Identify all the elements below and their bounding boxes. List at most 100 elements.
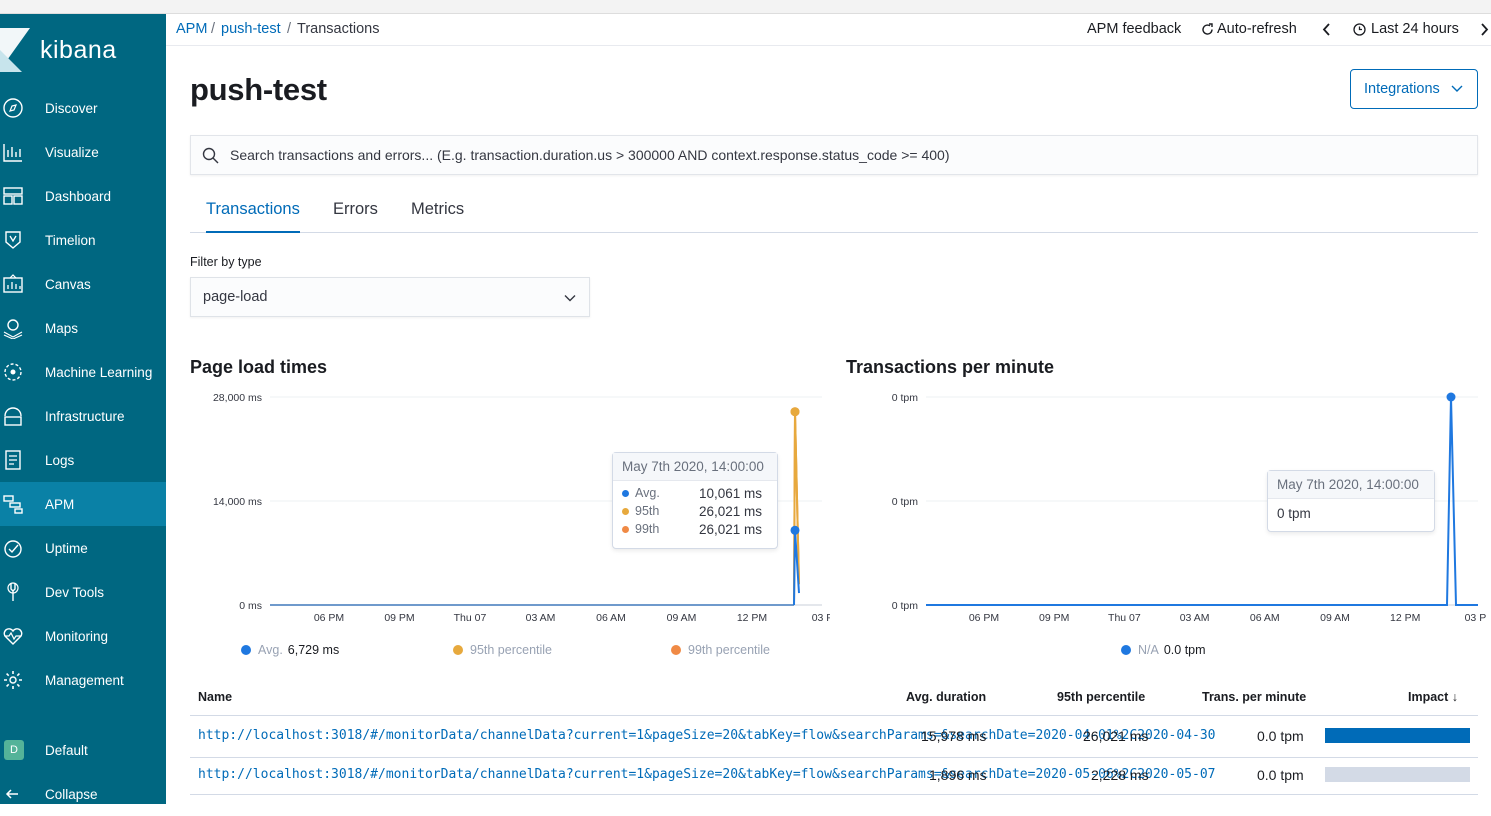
sidebar-item-management[interactable]: Management (0, 658, 166, 702)
legend-item-na[interactable]: N/A 0.0 tpm (1121, 643, 1206, 657)
sidebar-item-maps[interactable]: Maps (0, 306, 166, 350)
x-tick-label: Thu 07 (454, 612, 487, 624)
legend-name: N/A (1138, 643, 1159, 657)
sidebar-item-infrastructure[interactable]: Infrastructure (0, 394, 166, 438)
compass-icon (3, 98, 23, 118)
chart-tooltip: May 7th 2020, 14:00:00 0 tpm (1267, 470, 1435, 532)
space-avatar: D (4, 740, 24, 760)
y-tick-label: 0 tpm (892, 600, 919, 612)
chevron-down-icon (1451, 85, 1463, 92)
breadcrumb-apm[interactable]: APM (176, 21, 207, 37)
kibana-logo-mark-lower (0, 50, 22, 72)
column-header-p95[interactable]: 95th percentile (1057, 690, 1145, 704)
tooltip-row: 95th 26,021 ms (613, 502, 777, 520)
timelion-icon (5, 231, 21, 249)
avg-duration-cell: 1,896 ms (929, 767, 987, 783)
tab-transactions[interactable]: Transactions (206, 200, 300, 233)
map-pin-icon (3, 319, 23, 339)
sidebar-item-visualize[interactable]: Visualize (0, 130, 166, 174)
tab-bar: Transactions Errors Metrics (190, 192, 1478, 233)
search-input[interactable] (230, 136, 1460, 174)
tooltip-series-value: 26,021 ms (699, 521, 763, 537)
apm-feedback-link[interactable]: APM feedback (1087, 21, 1181, 37)
uptime-icon (4, 540, 22, 558)
sidebar-item-label: Logs (45, 452, 75, 468)
column-header-impact-label: Impact (1408, 690, 1449, 704)
tab-metrics[interactable]: Metrics (411, 200, 464, 233)
auto-refresh-button[interactable]: Auto-refresh (1217, 21, 1297, 37)
breadcrumb-separator: / (211, 21, 216, 37)
data-point (790, 407, 800, 417)
tooltip-series-name: 99th (635, 522, 660, 536)
tooltip-value: 0 tpm (1277, 506, 1311, 521)
sidebar-item-discover[interactable]: Discover (0, 86, 166, 130)
gear-icon (4, 671, 22, 689)
breadcrumb-service[interactable]: push-test (221, 21, 281, 37)
y-tick-label: 0 tpm (892, 496, 919, 508)
column-header-tpm[interactable]: Trans. per minute (1202, 690, 1306, 704)
filter-label: Filter by type (190, 255, 262, 269)
column-header-name[interactable]: Name (198, 690, 232, 704)
p95-cell: 26,021 ms (1083, 728, 1149, 744)
x-tick-label: 12 PM (1390, 612, 1420, 624)
chart-title-tpm: Transactions per minute (846, 357, 1055, 377)
integrations-label: Integrations (1364, 81, 1440, 97)
sidebar-item-monitoring[interactable]: Monitoring (0, 614, 166, 658)
legend-item-p95[interactable]: 95th percentile (453, 643, 557, 657)
collapse-button[interactable]: Collapse (0, 772, 166, 816)
sidebar-item-apm[interactable]: APM (0, 482, 166, 526)
legend-name: 95th percentile (470, 643, 553, 657)
infrastructure-icon (4, 407, 22, 426)
impact-bar-fill (1325, 728, 1470, 743)
search-icon (202, 147, 219, 164)
x-tick-label: 09 PM (1039, 612, 1069, 624)
logs-icon (5, 450, 21, 470)
legend-dot (241, 645, 251, 655)
transaction-name-link[interactable]: http://localhost:3018/#/monitorData/chan… (198, 728, 1215, 743)
time-range-picker[interactable]: Last 24 hours (1371, 21, 1459, 37)
tooltip-series-value: 26,021 ms (699, 503, 763, 519)
sidebar-item-label: Timelion (45, 232, 96, 248)
sidebar-item-dashboard[interactable]: Dashboard (0, 174, 166, 218)
tooltip-title: May 7th 2020, 14:00:00 (613, 453, 777, 481)
sidebar-item-timelion[interactable]: Timelion (0, 218, 166, 262)
tpm-cell: 0.0 tpm (1257, 728, 1304, 744)
y-tick-label: 0 ms (239, 600, 262, 612)
select-value: page-load (203, 289, 268, 305)
tab-errors[interactable]: Errors (333, 200, 378, 233)
x-tick-label: 06 AM (596, 612, 626, 624)
x-tick-label: 06 AM (1250, 612, 1280, 624)
search-bar[interactable] (190, 135, 1478, 175)
space-label: Default (45, 742, 88, 758)
sidebar-item-label: Uptime (45, 540, 88, 556)
x-tick-label: Thu 07 (1108, 612, 1141, 624)
breadcrumb-current: Transactions (297, 21, 380, 37)
data-point (1446, 392, 1456, 402)
column-header-avg-duration[interactable]: Avg. duration (906, 690, 986, 704)
data-point (790, 525, 800, 535)
column-header-impact[interactable]: Impact ↓ (1408, 690, 1458, 704)
sidebar-item-canvas[interactable]: Canvas (0, 262, 166, 306)
transaction-type-select[interactable]: page-load (190, 277, 590, 317)
tooltip-series-name: Avg. (635, 486, 660, 500)
sidebar-item-uptime[interactable]: Uptime (0, 526, 166, 570)
x-tick-label: 03 P (812, 612, 830, 624)
legend-dot (1121, 645, 1131, 655)
tooltip-series-name: 95th (635, 504, 660, 518)
heartbeat-icon (3, 628, 23, 645)
legend-name: 99th percentile (688, 643, 771, 657)
space-selector[interactable]: D Default (0, 728, 166, 772)
integrations-button[interactable]: Integrations (1350, 69, 1478, 109)
kibana-logo-text: kibana (40, 36, 117, 64)
legend-item-avg[interactable]: Avg. 6,729 ms (241, 643, 339, 657)
dashboard-icon (3, 187, 23, 205)
sidebar-item-label: Dev Tools (45, 584, 105, 600)
legend-item-p99[interactable]: 99th percentile (671, 643, 775, 657)
chevron-right-icon[interactable] (1479, 23, 1489, 36)
transaction-name-link[interactable]: http://localhost:3018/#/monitorData/chan… (198, 767, 1215, 782)
sidebar-item-logs[interactable]: Logs (0, 438, 166, 482)
sidebar-item-dev-tools[interactable]: Dev Tools (0, 570, 166, 614)
collapse-label: Collapse (45, 786, 98, 802)
sidebar-item-machine-learning[interactable]: Machine Learning (0, 350, 166, 394)
chevron-left-icon[interactable] (1322, 23, 1332, 36)
